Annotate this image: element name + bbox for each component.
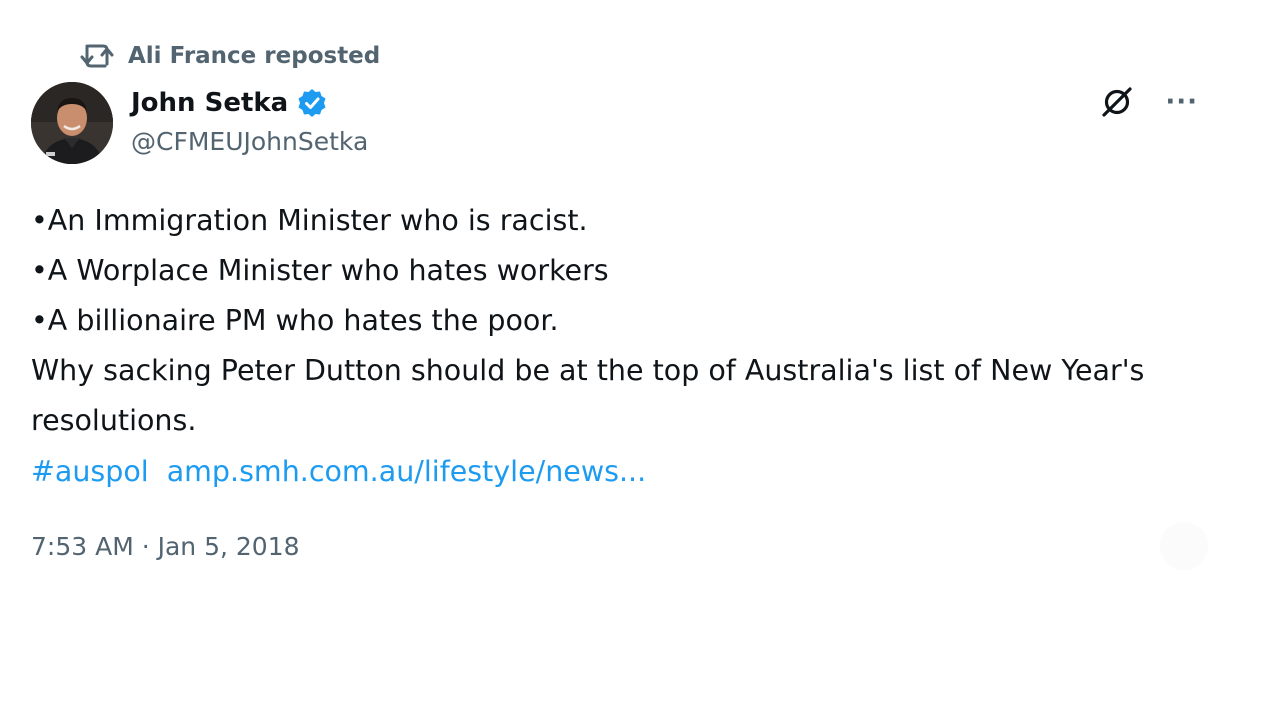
author-handle[interactable]: @CFMEUJohnSetka bbox=[131, 127, 368, 156]
avatar[interactable] bbox=[31, 82, 113, 164]
repost-icon bbox=[80, 42, 114, 70]
tweet-line: •A billionaire PM who hates the poor. bbox=[31, 304, 559, 337]
tweet-line: •A Worplace Minister who hates workers bbox=[31, 254, 609, 287]
faint-action-button bbox=[1160, 522, 1208, 570]
hashtag-link[interactable]: #auspol bbox=[31, 455, 149, 488]
tweet-links: #auspol amp.smh.com.au/lifestyle/news... bbox=[31, 446, 646, 496]
tweet-actions: ··· bbox=[1099, 84, 1198, 120]
grok-icon[interactable] bbox=[1099, 84, 1135, 120]
tweet-line: Why sacking Peter Dutton should be at th… bbox=[31, 354, 1145, 437]
author-name-row[interactable]: John Setka bbox=[131, 84, 328, 122]
display-name[interactable]: John Setka bbox=[131, 88, 288, 118]
tweet-text: •An Immigration Minister who is racist. … bbox=[31, 196, 1221, 446]
article-link[interactable]: amp.smh.com.au/lifestyle/news... bbox=[167, 455, 646, 488]
tweet-line: •An Immigration Minister who is racist. bbox=[31, 204, 588, 237]
repost-header[interactable]: Ali France reposted bbox=[80, 40, 380, 72]
tweet-timestamp[interactable]: 7:53 AM · Jan 5, 2018 bbox=[31, 532, 300, 561]
more-options-icon[interactable]: ··· bbox=[1165, 84, 1198, 120]
repost-text: Ali France reposted bbox=[128, 43, 381, 69]
verified-badge-icon[interactable] bbox=[296, 87, 328, 119]
